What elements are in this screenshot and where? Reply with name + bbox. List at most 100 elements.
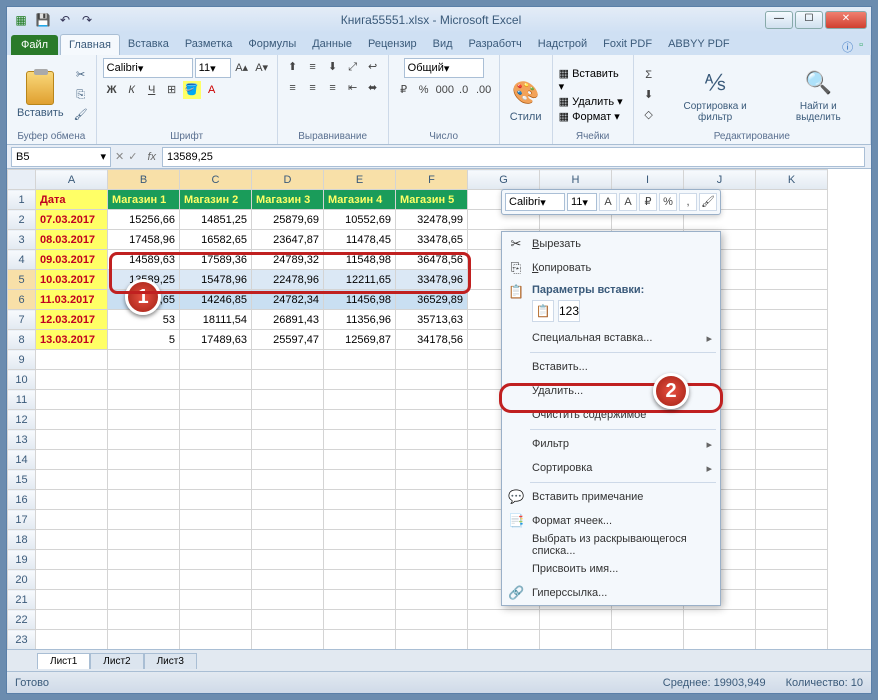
fontcolor-icon[interactable]: A	[203, 81, 221, 99]
formatpainter-icon[interactable]: 🖌	[72, 106, 90, 124]
ctx-dropdown[interactable]: Выбрать из раскрывающегося списка...	[502, 533, 720, 557]
col-header-E[interactable]: E	[324, 170, 396, 190]
ctx-copy[interactable]: ⎘Копировать	[502, 256, 720, 280]
italic-button[interactable]: К	[123, 81, 141, 99]
cell[interactable]: 22478,96	[252, 270, 324, 290]
autosum-icon[interactable]: Σ	[640, 66, 658, 84]
cell[interactable]: Магазин 5	[396, 190, 468, 210]
help-icon[interactable]: ⓘ	[842, 39, 853, 55]
paste-button[interactable]: Вставить	[13, 69, 68, 121]
row-header[interactable]: 4	[8, 250, 36, 270]
sheet-tab-3[interactable]: Лист3	[144, 653, 197, 669]
indent-dec-icon[interactable]: ⇤	[344, 79, 362, 97]
cell[interactable]: 16582,65	[180, 230, 252, 250]
styles-button[interactable]: 🎨Стили	[506, 75, 546, 125]
sort-filter-button[interactable]: ⅍Сортировка и фильтр	[662, 65, 769, 125]
merge-icon[interactable]: ⬌	[364, 79, 382, 97]
maximize-button[interactable]: ☐	[795, 11, 823, 29]
paste-opt-all[interactable]: 📋	[532, 300, 554, 322]
enter-icon[interactable]: ✓	[128, 150, 137, 163]
font-size-select[interactable]: 11▾	[195, 58, 231, 78]
row-header[interactable]: 2	[8, 210, 36, 230]
cell[interactable]: 26891,43	[252, 310, 324, 330]
cell[interactable]: Магазин 4	[324, 190, 396, 210]
mini-comma-icon[interactable]: ,	[679, 193, 697, 211]
tab-home[interactable]: Главная	[60, 34, 120, 55]
cell[interactable]: 34178,56	[396, 330, 468, 350]
format-cells-button[interactable]: ▦ Формат ▾	[559, 110, 627, 123]
ctx-format[interactable]: 📑Формат ячеек...	[502, 509, 720, 533]
number-format-select[interactable]: Общий▾	[404, 58, 484, 78]
insert-cells-button[interactable]: ▦ Вставить ▾	[559, 67, 627, 93]
mini-shrink-icon[interactable]: A	[619, 193, 637, 211]
fill-icon[interactable]: ⬇	[640, 86, 658, 104]
tab-data[interactable]: Данные	[304, 34, 360, 55]
row-header[interactable]: 17	[8, 510, 36, 530]
underline-button[interactable]: Ч	[143, 81, 161, 99]
cell[interactable]: 24782,34	[252, 290, 324, 310]
cell[interactable]: 14246,85	[180, 290, 252, 310]
formula-bar[interactable]: 13589,25	[162, 147, 865, 167]
col-header-B[interactable]: B	[108, 170, 180, 190]
cell[interactable]: 12569,87	[324, 330, 396, 350]
redo-icon[interactable]: ↷	[77, 10, 97, 30]
col-header-D[interactable]: D	[252, 170, 324, 190]
cell[interactable]: 11478,45	[324, 230, 396, 250]
undo-icon[interactable]: ↶	[55, 10, 75, 30]
cell[interactable]: 33478,65	[396, 230, 468, 250]
cell[interactable]: 24789,32	[252, 250, 324, 270]
row-header[interactable]: 23	[8, 630, 36, 650]
currency-icon[interactable]: ₽	[395, 81, 413, 99]
cell[interactable]: 18111,54	[180, 310, 252, 330]
align-mid-icon[interactable]: ≡	[304, 58, 322, 76]
comma-icon[interactable]: 000	[435, 81, 453, 99]
row-header[interactable]: 3	[8, 230, 36, 250]
cell[interactable]: Магазин 2	[180, 190, 252, 210]
min-ribbon-icon[interactable]: ▫	[859, 39, 863, 55]
cell[interactable]: Магазин 3	[252, 190, 324, 210]
minimize-button[interactable]: —	[765, 11, 793, 29]
ctx-cut[interactable]: ✂Вырезать	[502, 232, 720, 256]
col-header-J[interactable]: J	[684, 170, 756, 190]
row-header[interactable]: 1	[8, 190, 36, 210]
cell[interactable]: 25879,69	[252, 210, 324, 230]
col-header-K[interactable]: K	[756, 170, 828, 190]
cell[interactable]: 15256,66	[108, 210, 180, 230]
cell[interactable]: 14851,25	[180, 210, 252, 230]
cell[interactable]: Магазин 1	[108, 190, 180, 210]
clear-icon[interactable]: ◇	[640, 106, 658, 124]
mini-currency-icon[interactable]: ₽	[639, 193, 657, 211]
cell[interactable]: Дата	[36, 190, 108, 210]
cell-date[interactable]: 10.03.2017	[36, 270, 108, 290]
cell[interactable]: 12211,65	[324, 270, 396, 290]
cell[interactable]: 17489,63	[180, 330, 252, 350]
row-header[interactable]: 22	[8, 610, 36, 630]
copy-icon[interactable]: ⎘	[72, 86, 90, 104]
cell-date[interactable]: 13.03.2017	[36, 330, 108, 350]
col-header-C[interactable]: C	[180, 170, 252, 190]
tab-addins[interactable]: Надстрой	[530, 34, 595, 55]
col-header-I[interactable]: I	[612, 170, 684, 190]
row-header[interactable]: 7	[8, 310, 36, 330]
mini-font-select[interactable]: Calibri▾	[505, 193, 565, 211]
row-header[interactable]: 16	[8, 490, 36, 510]
ctx-insert[interactable]: Вставить...	[502, 355, 720, 379]
align-left-icon[interactable]: ≡	[284, 79, 302, 97]
mini-formatpainter-icon[interactable]: 🖌	[699, 193, 717, 211]
cancel-icon[interactable]: ✕	[115, 150, 124, 163]
row-header[interactable]: 6	[8, 290, 36, 310]
ctx-filter[interactable]: Фильтр	[502, 432, 720, 456]
ctx-name[interactable]: Присвоить имя...	[502, 557, 720, 581]
fx-icon[interactable]: fx	[147, 151, 156, 163]
tab-review[interactable]: Рецензир	[360, 34, 425, 55]
cell[interactable]: 32478,99	[396, 210, 468, 230]
row-header[interactable]: 11	[8, 390, 36, 410]
cell[interactable]: 17589,36	[180, 250, 252, 270]
inc-dec-icon[interactable]: .0	[455, 81, 473, 99]
align-bot-icon[interactable]: ⬇	[324, 58, 342, 76]
mini-grow-icon[interactable]: A	[599, 193, 617, 211]
mini-size-select[interactable]: 11▾	[567, 193, 597, 211]
row-header[interactable]: 14	[8, 450, 36, 470]
tab-file[interactable]: Файл	[11, 35, 58, 55]
close-button[interactable]: ✕	[825, 11, 867, 29]
